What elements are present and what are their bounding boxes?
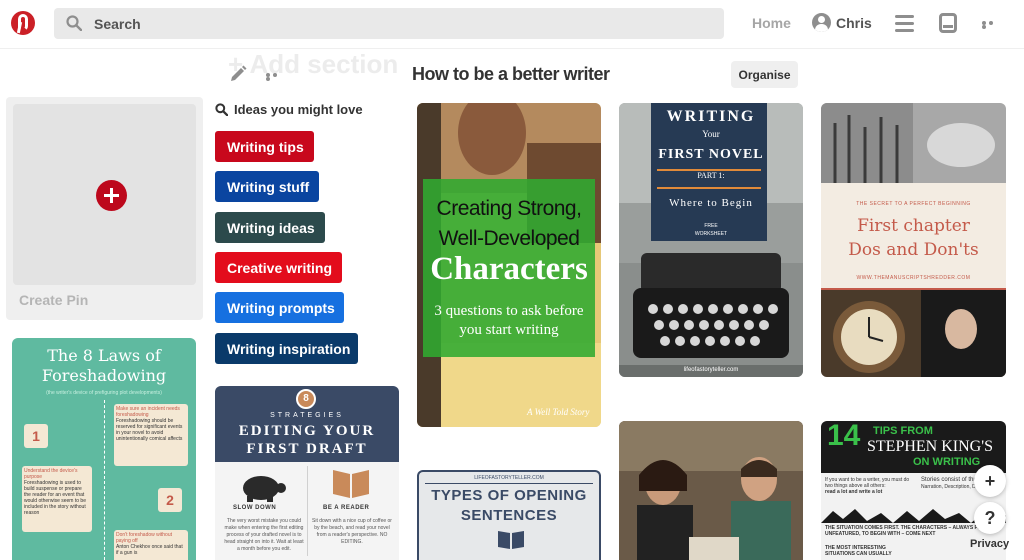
idea-chip[interactable]: Writing stuff <box>215 171 319 202</box>
help-button[interactable]: ? <box>974 502 1006 534</box>
user-name: Chris <box>836 15 872 31</box>
tip-body: THE MOST INTERESTING SITUATIONS CAN USUA… <box>825 545 892 557</box>
law-card: Don't foreshadow without paying off Anto… <box>114 530 188 560</box>
pin-badge: 8 <box>296 389 316 409</box>
pin-title-line: EDITING YOUR <box>238 423 376 439</box>
law-number: 2 <box>158 488 182 512</box>
law-body: Foreshadowing should be reserved for sig… <box>116 418 183 442</box>
edit-pencil-icon[interactable] <box>229 65 247 83</box>
pin-title-line: TIPS FROM <box>873 425 933 437</box>
divider <box>0 48 1024 49</box>
search-input[interactable] <box>94 8 694 39</box>
pin-title-line: TYPES OF OPENING <box>431 487 587 504</box>
pin-site: LIFEOFASTORYTELLER.COM <box>474 475 544 481</box>
pin-title-line: First chapter <box>857 216 970 236</box>
tip-body: If you want to be a writer, you must do … <box>825 477 910 489</box>
idea-chip[interactable]: Writing inspiration <box>215 333 358 364</box>
tip-body: THE SITUATION COMES FIRST. THE CHARACTER… <box>825 525 999 537</box>
organise-button[interactable]: Organise <box>731 61 798 88</box>
create-pin-area[interactable] <box>13 104 196 285</box>
strategy-label: BE A READER <box>323 505 370 511</box>
pin-title-line: Characters <box>430 251 588 287</box>
board-more-icon[interactable] <box>266 73 286 81</box>
pin-title-line: Dos and Don'ts <box>848 240 979 260</box>
tip-text: If you want to be a writer, you must do … <box>825 477 911 495</box>
pin-title-line: WORKSHEET <box>694 231 728 237</box>
pin-footer: lifeofastoryteller.com <box>683 367 739 373</box>
strategy-body: The very worst mistake you could make wh… <box>224 518 304 552</box>
pin-first-chapter[interactable]: THE SECRET TO A PERFECT BEGINNING First … <box>821 103 1006 377</box>
pin-foreshadowing[interactable]: The 8 Laws of Foreshadowing (the writer'… <box>12 338 196 560</box>
law-body: Foreshadowing is used to build suspense … <box>24 480 86 516</box>
pin-characters[interactable]: Creating Strong, Well-Developed Characte… <box>417 103 601 427</box>
pin-subtitle-line: you start writing <box>459 322 559 338</box>
search-icon <box>215 103 228 116</box>
idea-chip[interactable]: Writing prompts <box>215 292 344 323</box>
turtle-icon <box>243 476 286 502</box>
cafe-photo-image <box>619 421 803 560</box>
pin-number: 14 <box>827 421 861 452</box>
pin-opening-sentences[interactable]: LIFEOFASTORYTELLER.COM TYPES OF OPENING … <box>417 470 601 560</box>
user-avatar-icon <box>812 13 831 32</box>
pin-editing[interactable]: 8 STRATEGIES EDITING YOUR FIRST DRAFT SL… <box>215 386 399 560</box>
add-pin-icon[interactable] <box>96 180 127 211</box>
top-bar: Home Chris <box>0 0 1024 48</box>
pin-title-line: Well-Developed <box>438 227 580 250</box>
add-section-button[interactable]: + Add section <box>228 49 398 80</box>
divider <box>425 483 593 484</box>
divider <box>657 187 761 189</box>
pin-subtitle-line: 3 questions to ask before <box>434 303 584 319</box>
pin-first-novel[interactable]: WRITING Your FIRST NOVEL PART 1: Where t… <box>619 103 803 377</box>
pin-title-line: Where to Begin <box>669 197 753 209</box>
pin-title-line: Creating Strong, <box>436 197 582 220</box>
pin-title-line: FIRST DRAFT <box>246 441 368 457</box>
ideas-label: Ideas you might love <box>234 102 363 117</box>
inbox-icon[interactable] <box>939 13 957 33</box>
board-title: How to be a better writer <box>412 64 610 84</box>
pin-title-line: STRATEGIES <box>270 412 344 419</box>
pin-title-line: FIRST NOVEL <box>658 147 764 162</box>
law-card: Understand the device's purpose Foreshad… <box>22 466 92 532</box>
pin-site: WWW.THEMANUSCRIPTSHREDDER.COM <box>856 275 971 281</box>
pin-title-line: FREE <box>704 223 718 229</box>
pinterest-logo-icon[interactable] <box>11 11 35 35</box>
law-title: Understand the device's purpose <box>24 468 78 480</box>
book-icon <box>498 531 524 549</box>
idea-chip[interactable]: Writing ideas <box>215 212 325 243</box>
create-pin-label: Create Pin <box>19 292 89 308</box>
add-floating-button[interactable]: + <box>974 465 1006 497</box>
book-icon <box>333 470 369 498</box>
pin-title-line: PART 1: <box>697 171 725 180</box>
privacy-link[interactable]: Privacy <box>970 538 1009 550</box>
pin-kicker: THE SECRET TO A PERFECT BEGINNING <box>856 201 971 207</box>
idea-chip[interactable]: Creative writing <box>215 252 342 283</box>
timeline-line <box>104 400 105 560</box>
nav-home-link[interactable]: Home <box>752 15 791 31</box>
create-pin-card[interactable]: Create Pin <box>6 97 203 320</box>
law-title: Make sure an incident needs foreshadowin… <box>116 406 180 418</box>
pin-title-line: The 8 Laws of <box>47 346 161 365</box>
pin-watermark: A Well Told Story <box>527 407 590 417</box>
pin-title-line: Foreshadowing <box>41 366 167 385</box>
pin-title-line: Your <box>702 129 720 139</box>
tip-highlight: read a lot and write a lot <box>825 489 883 495</box>
pin-title-line: WRITING <box>666 108 756 125</box>
divider <box>307 466 308 556</box>
pin-cafe-photo[interactable] <box>619 421 803 560</box>
search-bar[interactable] <box>54 8 724 39</box>
search-icon <box>66 15 82 31</box>
menu-icon[interactable] <box>895 15 914 32</box>
pin-title-line: STEPHEN KING'S <box>867 438 993 455</box>
law-card: Make sure an incident needs foreshadowin… <box>114 404 188 466</box>
more-options-icon[interactable] <box>982 21 1000 29</box>
law-number: 1 <box>24 424 48 448</box>
law-title: Don't foreshadow without paying off <box>116 532 172 544</box>
pin-title-line: SENTENCES <box>460 507 558 524</box>
strategy-body: Sit down with a nice cup of coffee or by… <box>312 518 392 545</box>
pin-title-line: ON WRITING <box>913 456 981 468</box>
pin-subtitle: (the writer's device of prefiguring plot… <box>46 390 162 396</box>
idea-chip[interactable]: Writing tips <box>215 131 314 162</box>
law-body: Anton Chekhov once said that if a gun is <box>116 544 183 556</box>
strategy-label: SLOW DOWN <box>233 505 277 511</box>
